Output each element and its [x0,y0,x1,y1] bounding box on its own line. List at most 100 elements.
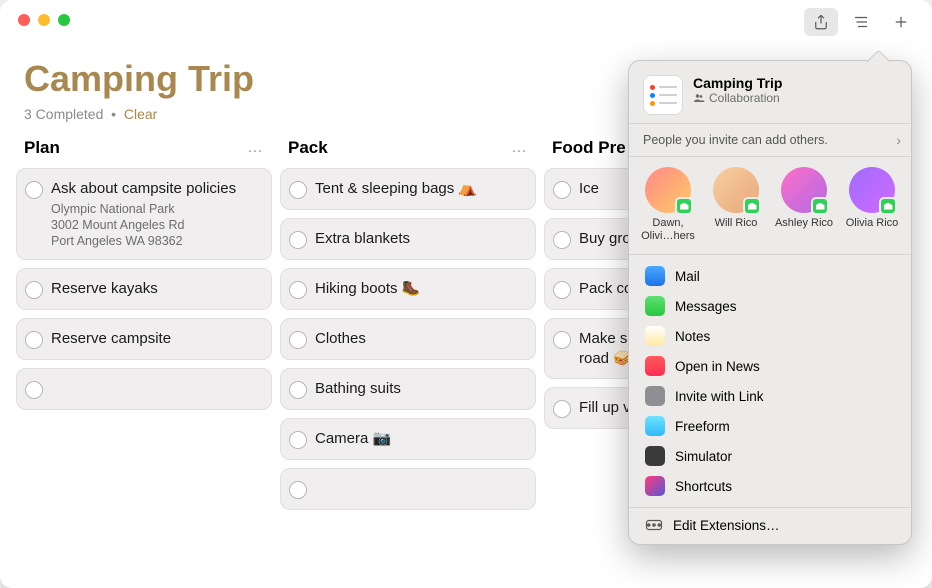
complete-toggle[interactable] [289,231,307,249]
complete-toggle[interactable] [25,331,43,349]
complete-toggle[interactable] [25,281,43,299]
share-title: Camping Trip [693,75,782,91]
complete-toggle[interactable] [289,481,307,499]
contact-name: Dawn, Olivi…hers [635,217,701,242]
column-more-button[interactable]: … [511,139,528,157]
avatar [849,167,895,213]
app-icon [645,476,665,496]
share-popover: Camping Trip Collaboration People you in… [628,60,912,545]
share-app-row[interactable]: Simulator [637,441,903,471]
avatar [645,167,691,213]
clear-completed-button[interactable]: Clear [124,106,157,122]
minimize-window-button[interactable] [38,14,50,26]
app-icon [645,446,665,466]
list-icon [852,13,870,31]
reminder-card[interactable]: Ask about campsite policiesOlympic Natio… [16,168,272,260]
avatar [781,167,827,213]
list-thumbnail-icon [643,75,683,115]
messages-badge-icon [743,197,761,215]
share-button[interactable] [804,8,838,36]
share-icon [812,13,830,31]
reminders-window: Camping Trip 3 Completed • Clear Plan …A… [0,0,932,588]
reminder-title: Camera 📷 [315,429,525,449]
column-more-button[interactable]: … [247,139,264,157]
invite-settings-row[interactable]: People you invite can add others. › [629,123,911,157]
app-label: Mail [675,269,700,284]
share-app-row[interactable]: Messages [637,291,903,321]
zoom-window-button[interactable] [58,14,70,26]
reminder-title: Tent & sleeping bags ⛺️ [315,179,525,199]
column-title: Food Pre [552,138,626,158]
reminder-title: Reserve kayaks [51,279,261,299]
complete-toggle[interactable] [289,281,307,299]
reminder-title [51,379,261,397]
new-reminder-button[interactable] [884,8,918,36]
view-options-button[interactable] [844,8,878,36]
app-label: Messages [675,299,737,314]
share-contact[interactable]: Olivia Rico [839,167,905,242]
people-icon [693,92,705,104]
share-app-row[interactable]: Invite with Link [637,381,903,411]
share-app-row[interactable]: Notes [637,321,903,351]
reminder-card[interactable]: Hiking boots 🥾 [280,268,536,310]
column-title: Pack [288,138,328,158]
reminder-card[interactable]: Clothes [280,318,536,360]
contact-name: Olivia Rico [839,217,905,230]
more-options-icon [645,516,663,534]
complete-toggle[interactable] [289,431,307,449]
reminder-card[interactable]: Extra blankets [280,218,536,260]
share-contact[interactable]: Dawn, Olivi…hers [635,167,701,242]
reminder-note: Olympic National Park 3002 Mount Angeles… [51,201,261,250]
invite-note: People you invite can add others. [643,133,828,147]
messages-badge-icon [675,197,693,215]
reminder-card[interactable]: Camera 📷 [280,418,536,460]
app-icon [645,266,665,286]
share-apps: Mail Messages Notes Open in News Invite … [629,255,911,508]
share-app-row[interactable]: Freeform [637,411,903,441]
messages-badge-icon [879,197,897,215]
complete-toggle[interactable] [289,381,307,399]
app-label: Notes [675,329,710,344]
reminder-card[interactable] [280,468,536,510]
complete-toggle[interactable] [25,181,43,199]
reminder-card[interactable] [16,368,272,410]
column: Pack … Tent & sleeping bags ⛺️ Extra blank… [280,132,536,518]
column: Plan …Ask about campsite policiesOlympic… [16,132,272,518]
window-controls [18,14,70,26]
share-app-row[interactable]: Shortcuts [637,471,903,501]
share-contact[interactable]: Ashley Rico [771,167,837,242]
share-app-row[interactable]: Open in News [637,351,903,381]
complete-toggle[interactable] [553,181,571,199]
complete-toggle[interactable] [25,381,43,399]
app-icon [645,386,665,406]
completed-count: 3 Completed [24,106,103,122]
share-app-row[interactable]: Mail [637,261,903,291]
complete-toggle[interactable] [289,331,307,349]
toolbar [804,8,918,36]
reminder-card[interactable]: Reserve kayaks [16,268,272,310]
messages-badge-icon [811,197,829,215]
contact-name: Ashley Rico [771,217,837,230]
reminder-card[interactable]: Tent & sleeping bags ⛺️ [280,168,536,210]
reminder-title: Clothes [315,329,525,349]
app-icon [645,356,665,376]
app-label: Invite with Link [675,389,764,404]
share-contact[interactable]: Will Rico [703,167,769,242]
reminder-title [315,479,525,497]
complete-toggle[interactable] [553,231,571,249]
column-header: Pack … [280,132,536,168]
reminder-title: Bathing suits [315,379,525,399]
reminder-title: Reserve campsite [51,329,261,349]
reminder-card[interactable]: Bathing suits [280,368,536,410]
contact-name: Will Rico [703,217,769,230]
reminder-card[interactable]: Reserve campsite [16,318,272,360]
edit-extensions-button[interactable]: Edit Extensions… [629,508,911,538]
chevron-right-icon: › [896,132,901,148]
complete-toggle[interactable] [553,400,571,418]
plus-icon [892,13,910,31]
complete-toggle[interactable] [553,281,571,299]
close-window-button[interactable] [18,14,30,26]
complete-toggle[interactable] [553,331,571,349]
complete-toggle[interactable] [289,181,307,199]
avatar [713,167,759,213]
